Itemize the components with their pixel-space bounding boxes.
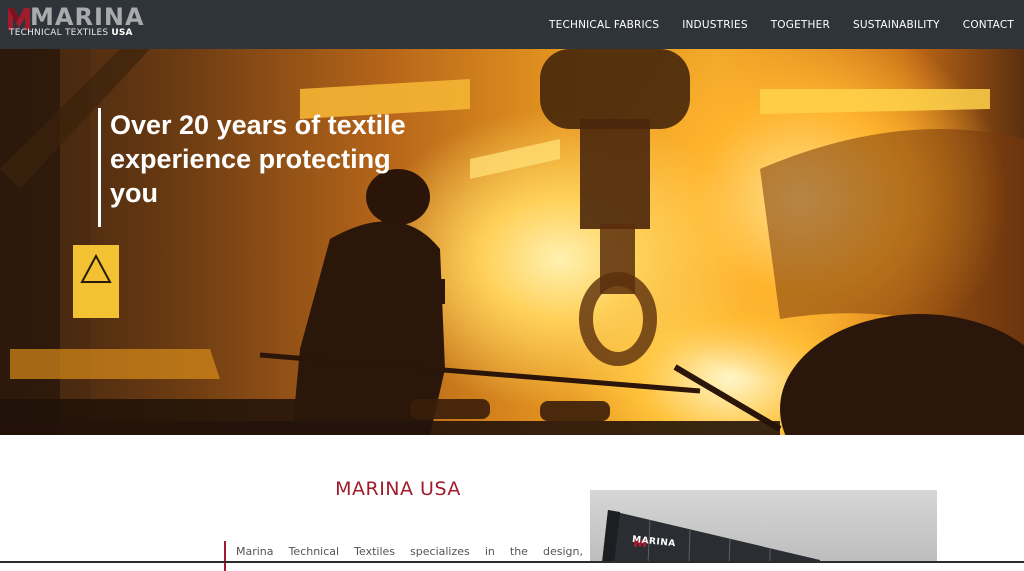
section-title-marina-usa: MARINA USA	[335, 478, 461, 500]
logo-m-mark-icon	[8, 8, 30, 30]
building-photo: MARINA	[590, 490, 937, 563]
intro-text-block: Marina Technical Textiles specializes in…	[224, 541, 583, 571]
site-header: MARINA TECHNICAL TEXTILES USA TECHNICAL …	[0, 0, 1024, 49]
logo-subtitle: TECHNICAL TEXTILES USA	[9, 28, 133, 38]
nav-sustainability[interactable]: SUSTAINABILITY	[853, 19, 940, 31]
intro-paragraph: Marina Technical Textiles specializes in…	[236, 545, 583, 558]
nav-contact[interactable]: CONTACT	[963, 19, 1014, 31]
hero-title: Over 20 years of textile experience prot…	[110, 110, 406, 208]
nav-industries[interactable]: INDUSTRIES	[682, 19, 748, 31]
marina-logo[interactable]: MARINA TECHNICAL TEXTILES USA	[8, 3, 144, 41]
hero-headline-block: Over 20 years of textile experience prot…	[98, 108, 410, 227]
logo-wordmark: MARINA	[30, 3, 145, 31]
main-nav: TECHNICAL FABRICS INDUSTRIES TOGETHER SU…	[526, 0, 1014, 49]
nav-technical-fabrics[interactable]: TECHNICAL FABRICS	[549, 19, 659, 31]
hero-foundry-image	[0, 49, 1024, 435]
hero-banner: Over 20 years of textile experience prot…	[0, 49, 1024, 435]
nav-together[interactable]: TOGETHER	[771, 19, 830, 31]
building-illustration	[602, 510, 820, 563]
